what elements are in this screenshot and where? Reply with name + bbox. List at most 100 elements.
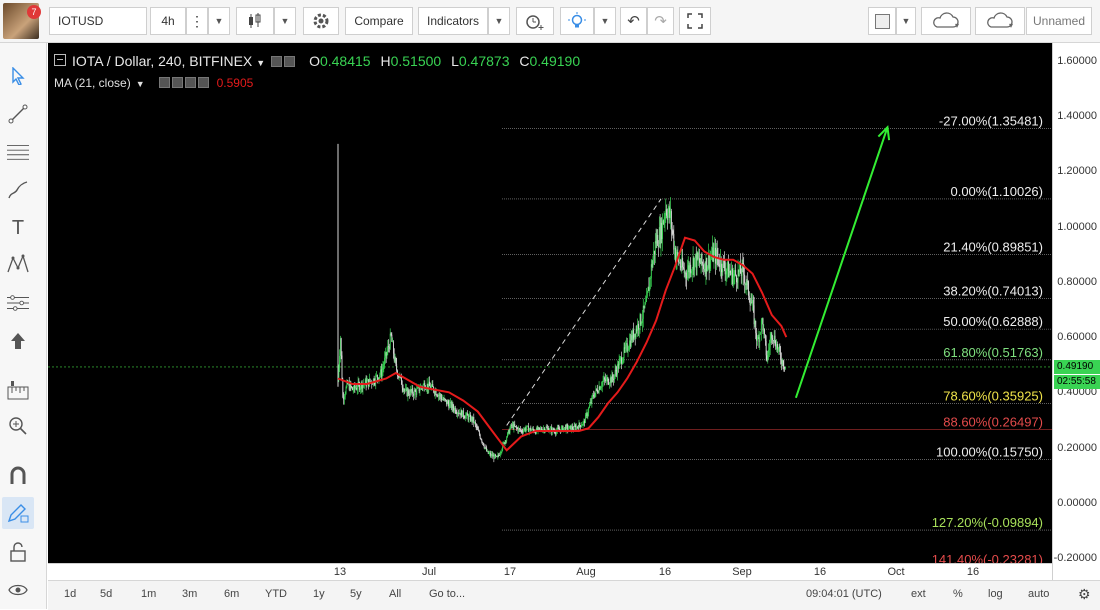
gear-icon[interactable] [284,56,296,67]
candle-body [519,428,521,431]
log-toggle[interactable]: log [988,588,1003,600]
fullscreen-icon [687,13,703,29]
price-axis[interactable]: 1.60000 1.40000 1.20000 1.00000 0.80000 0.600… [1052,43,1100,580]
ideas-button[interactable] [560,7,594,35]
redo-button[interactable]: ↷ [647,7,674,35]
ext-toggle[interactable]: ext [911,588,926,600]
candle-body [458,412,459,414]
chart-style-button[interactable] [236,7,274,35]
chart-style-dropdown[interactable]: ▼ [274,7,296,35]
fib-level-label: -27.00%(1.35481) [939,114,1043,129]
settings-button[interactable] [303,7,339,35]
save-cloud-button[interactable]: ▾ [921,7,971,35]
eye-icon[interactable] [158,77,170,88]
price-chart[interactable]: -27.00%(1.35481) 0.00%(1.10026) 21.40%(0.8… [48,43,1052,580]
lock-tool[interactable] [7,541,29,563]
indicators-button[interactable]: Indicators [418,7,488,35]
candle-body [473,416,475,423]
interval-dropdown[interactable]: ▼ [208,7,230,35]
candle-body [356,388,357,390]
range-1y[interactable]: 1y [313,588,325,600]
fib-level-label: 61.80%(0.51763) [943,345,1043,360]
range-5d[interactable]: 5d [100,588,112,600]
load-cloud-button[interactable]: ▾ [975,7,1025,35]
candle-body [678,261,680,263]
chart-pane[interactable]: -27.00%(1.35481) 0.00%(1.10026) 21.40%(0.8… [48,43,1052,580]
candle-body [726,269,728,272]
alert-button[interactable] [516,7,554,35]
range-6m[interactable]: 6m [224,588,239,600]
eye-icon[interactable] [271,56,283,67]
symbol-search-input[interactable]: IOTUSD [49,7,147,35]
trend-line-tool[interactable] [7,103,29,125]
stay-in-drawing-mode-tool[interactable] [2,497,34,529]
indicators-dropdown[interactable]: ▼ [488,7,510,35]
undo-button[interactable]: ↶ [620,7,647,35]
candle-body [751,302,753,304]
candle-body [725,271,727,275]
candle-body [480,438,482,440]
candle-body [666,209,668,216]
prediction-tool[interactable] [7,292,29,314]
compare-button[interactable]: Compare [345,7,413,35]
percent-toggle[interactable]: % [953,588,963,600]
close-icon[interactable] [197,77,209,88]
magnet-tool[interactable] [7,465,29,487]
color-theme-dropdown[interactable]: ▼ [896,7,916,35]
candle-body [621,357,623,364]
arrow-up-tool[interactable] [7,330,29,352]
candle-body [487,450,489,454]
candle-body [707,255,709,267]
add-icon[interactable] [184,77,196,88]
candle-body [698,258,700,260]
candle-body [564,427,565,429]
candle-body [394,357,396,361]
range-5y[interactable]: 5y [350,588,362,600]
range-3m[interactable]: 3m [182,588,197,600]
ideas-dropdown[interactable]: ▼ [594,7,616,35]
collapse-legend-icon[interactable] [54,54,66,66]
time-axis[interactable]: 13 Jul 17 Aug 16 Sep 16 Oct 16 [48,563,1052,581]
cursor-tool[interactable] [7,65,29,87]
candle-body [780,359,782,364]
pattern-tool[interactable] [7,253,29,275]
series-title-dropdown-icon[interactable]: ▼ [256,58,265,68]
layout-name-button[interactable]: Unnamed [1026,7,1092,35]
candle-body [412,388,414,394]
zoom-tool[interactable] [7,415,29,437]
candle-body [711,256,712,259]
gear-icon[interactable]: ⚙ [1078,586,1091,603]
candle-body [510,424,512,429]
brush-tool[interactable] [7,179,29,201]
auto-toggle[interactable]: auto [1028,588,1049,600]
goto-button[interactable]: Go to... [429,588,465,600]
candle-body [591,396,593,403]
candle-body [391,334,393,342]
candle-body [585,413,587,415]
candle-body [714,247,716,251]
range-ytd[interactable]: YTD [265,588,287,600]
gear-icon[interactable] [171,77,183,88]
candle-body [343,396,345,400]
candle-body [582,422,584,425]
candle-body [485,447,487,449]
candle-body [704,268,706,274]
range-all[interactable]: All [389,588,401,600]
brush-icon [8,181,28,199]
interval-menu-button[interactable]: ⋮ [186,7,208,35]
fullscreen-button[interactable] [679,7,711,35]
text-tool[interactable]: T [7,217,29,239]
object-tree-tool[interactable] [7,379,29,401]
candle-body [491,454,493,457]
fib-tool[interactable] [7,141,29,163]
range-1m[interactable]: 1m [141,588,156,600]
candle-body [404,389,406,391]
range-1d[interactable]: 1d [64,588,76,600]
candle-body [477,427,479,430]
candle-body [451,403,453,409]
candle-body [654,250,655,255]
visibility-tool[interactable] [7,579,29,601]
interval-button[interactable]: 4h [150,7,186,35]
ma-dropdown-icon[interactable]: ▼ [136,79,145,89]
color-theme-button[interactable] [868,7,896,35]
